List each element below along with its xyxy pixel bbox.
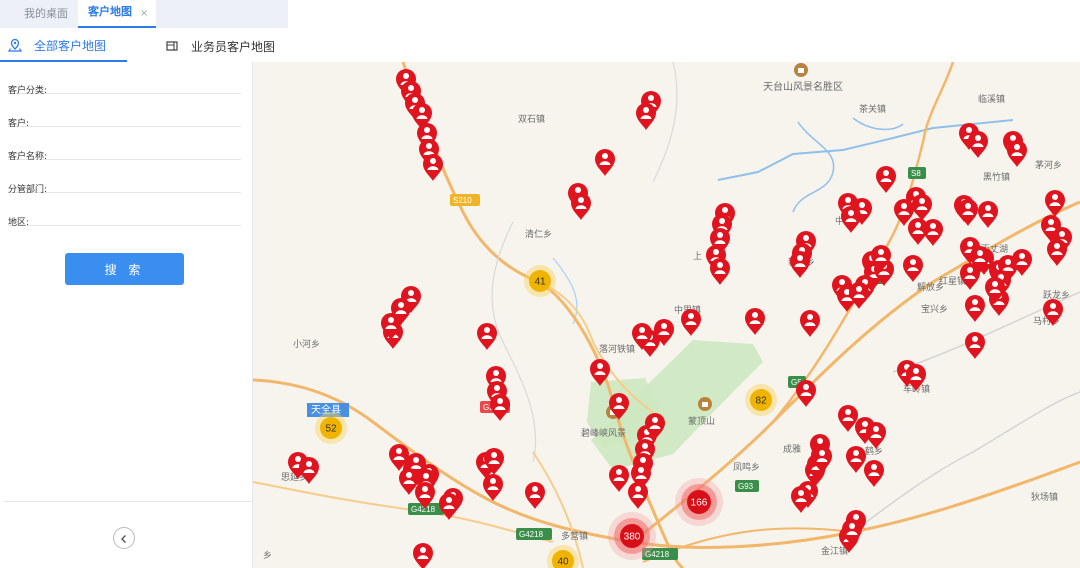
customer-name-field[interactable]: 客户名称:	[8, 130, 241, 162]
field-label: 客户名称:	[8, 152, 48, 162]
place-label: 乡	[263, 550, 272, 560]
place-label: 小河乡	[293, 338, 320, 349]
place-label: 清仁乡	[525, 228, 552, 239]
tab-bar: 我的桌面 客户地图 ×	[0, 0, 288, 28]
place-label: 临溪镇	[978, 93, 1005, 104]
cluster-marker[interactable]: 52	[315, 412, 347, 444]
map-pin-icon	[8, 38, 22, 52]
subtab-label: 全部客户地图	[34, 38, 107, 53]
cluster-count: 52	[325, 424, 337, 435]
close-icon[interactable]: ×	[140, 8, 148, 19]
place-label: 跃龙乡	[1043, 289, 1070, 300]
map-icon	[165, 39, 179, 53]
tab-salesman-customer-map[interactable]: 业务员客户地图	[157, 30, 283, 62]
place-label: 蒙顶山	[688, 415, 715, 426]
place-label: 解放乡	[917, 281, 944, 292]
tab-customer-map[interactable]: 客户地图 ×	[78, 0, 157, 28]
cluster-count: 380	[624, 532, 641, 543]
place-label: 黑竹镇	[983, 171, 1010, 182]
field-label: 地区:	[8, 218, 30, 228]
road-label: S210	[453, 196, 472, 205]
filter-sidebar: 客户分类: 客户: 客户名称: 分管部门: 地区: 搜 索	[0, 62, 253, 568]
place-label: 上	[693, 251, 702, 261]
cluster-count: 41	[534, 277, 546, 288]
place-label: 茅河乡	[1035, 159, 1062, 170]
cluster-count: 40	[557, 557, 569, 568]
place-label: 多营镇	[561, 530, 588, 541]
place-label: 宝兴乡	[921, 303, 948, 314]
region-field[interactable]: 地区:	[8, 196, 241, 228]
scenic-spot-icon-inner	[798, 68, 804, 73]
scenic-spot-icon-inner	[702, 402, 708, 407]
place-label: 狄场镇	[1031, 491, 1058, 502]
cluster-count: 82	[755, 396, 767, 407]
map-mode-tabs: 全部客户地图 业务员客户地图	[0, 30, 288, 62]
divider	[4, 501, 253, 502]
place-label: 碧峰峡风景	[581, 427, 626, 438]
road-label: G93	[738, 482, 754, 491]
cluster-marker[interactable]: 82	[745, 384, 777, 416]
place-label: 双石镇	[518, 113, 545, 124]
road-label: G4218	[519, 530, 544, 539]
customer-map[interactable]: 天台山风景名胜区双石镇清仁乡小河乡上中里镇中峰新县乡落河铁镇蒙顶山碧峰峡风景凤鸣…	[253, 62, 1080, 568]
customer-field[interactable]: 客户:	[8, 97, 241, 129]
tab-all-customer-map[interactable]: 全部客户地图	[0, 30, 127, 62]
place-label: 落河铁镇	[599, 343, 635, 354]
field-label: 分管部门:	[8, 185, 48, 195]
tab-label: 我的桌面	[24, 7, 68, 20]
tab-label: 客户地图	[88, 5, 132, 18]
place-label: 茶关镇	[859, 103, 886, 114]
place-label: 成雅	[783, 443, 801, 454]
cluster-marker[interactable]: 41	[524, 265, 556, 297]
search-button[interactable]: 搜 索	[65, 253, 184, 285]
department-field[interactable]: 分管部门:	[8, 163, 241, 195]
place-label: 金江镇	[821, 545, 848, 556]
place-label: 天台山风景名胜区	[763, 80, 843, 93]
place-label: 鹤乡	[865, 445, 883, 456]
tab-my-desktop[interactable]: 我的桌面	[14, 0, 78, 28]
field-label: 客户分类:	[8, 86, 48, 96]
field-label: 客户:	[8, 119, 30, 129]
collapse-button[interactable]	[113, 527, 135, 549]
cluster-marker[interactable]: 166	[675, 478, 723, 526]
customer-category-field[interactable]: 客户分类:	[8, 64, 241, 96]
chevron-left-icon	[119, 529, 129, 548]
subtab-label: 业务员客户地图	[191, 39, 276, 54]
road-label: S8	[911, 169, 921, 178]
cluster-count: 166	[691, 498, 708, 509]
map-background	[253, 62, 1080, 568]
place-label: 凤鸣乡	[733, 461, 760, 472]
cluster-marker[interactable]: 380	[608, 512, 656, 560]
